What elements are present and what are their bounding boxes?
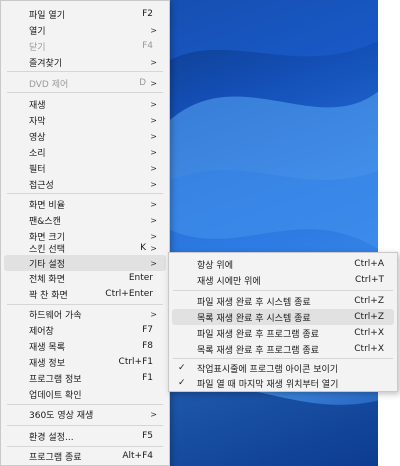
submenu-item-always-on-top[interactable]: 항상 위에 Ctrl+A xyxy=(172,256,394,272)
other-settings-submenu: 항상 위에 Ctrl+A 재생 시에만 위에 Ctrl+T 파일 재생 완료 후… xyxy=(168,252,398,392)
chevron-right-icon: > xyxy=(150,258,157,268)
menu-item-dvd-control[interactable]: DVD 제어 D > xyxy=(4,75,166,91)
menu-item-skin-select[interactable]: 스킨 선택 K > xyxy=(4,240,166,256)
menu-item-other-settings[interactable]: 기타 설정 > xyxy=(4,255,166,271)
chevron-right-icon: > xyxy=(150,199,157,209)
chevron-right-icon: > xyxy=(150,131,157,141)
menu-item-subtitles[interactable]: 자막 > xyxy=(4,112,166,128)
submenu-item-list-done-exit[interactable]: 목록 재생 완료 후 프로그램 종료 Ctrl+X xyxy=(172,341,394,357)
submenu-item-taskbar-icon[interactable]: ✓ 작업표시줄에 프로그램 아이콘 보이기 xyxy=(172,360,394,376)
chevron-right-icon: > xyxy=(150,99,157,109)
chevron-right-icon: > xyxy=(150,78,157,88)
menu-item-playback[interactable]: 재생 > xyxy=(4,96,166,112)
menu-item-check-update[interactable]: 업데이트 확인 xyxy=(4,386,166,402)
submenu-item-on-top-while-playing[interactable]: 재생 시에만 위에 Ctrl+T xyxy=(172,272,394,288)
menu-item-playlist[interactable]: 재생 목록 F8 xyxy=(4,338,166,354)
menu-item-control-window[interactable]: 제어창 F7 xyxy=(4,322,166,338)
context-menu: 파일 열기 F2 열기 > 닫기 F4 즐겨찾기 > DVD 제어 D > 재생… xyxy=(0,0,170,466)
submenu-item-file-done-exit[interactable]: 파일 재생 완료 후 프로그램 종료 Ctrl+X xyxy=(172,325,394,341)
menu-item-filter[interactable]: 필터 > xyxy=(4,160,166,176)
menu-item-audio[interactable]: 소리 > xyxy=(4,144,166,160)
menu-item-fullscreen[interactable]: 전체 화면 Enter xyxy=(4,270,166,286)
check-icon: ✓ xyxy=(178,363,186,373)
chevron-right-icon: > xyxy=(150,57,157,67)
menu-item-accessibility[interactable]: 접근성 > xyxy=(4,176,166,192)
menu-item-open-file[interactable]: 파일 열기 F2 xyxy=(4,6,166,22)
menu-item-hardware-acceleration[interactable]: 하드웨어 가속 > xyxy=(4,306,166,322)
menu-item-aspect-ratio[interactable]: 화면 비율 > xyxy=(4,196,166,212)
menu-separator xyxy=(7,446,163,447)
chevron-right-icon: > xyxy=(150,409,157,419)
chevron-right-icon: > xyxy=(150,163,157,173)
menu-separator xyxy=(7,71,163,72)
menu-item-close[interactable]: 닫기 F4 xyxy=(4,38,166,54)
menu-separator xyxy=(173,290,393,291)
chevron-right-icon: > xyxy=(150,25,157,35)
check-icon: ✓ xyxy=(178,378,186,388)
menu-separator xyxy=(7,404,163,405)
menu-separator xyxy=(7,92,163,93)
menu-separator xyxy=(7,304,163,305)
menu-item-pan-scan[interactable]: 팬&스캔 > xyxy=(4,212,166,228)
chevron-right-icon: > xyxy=(150,179,157,189)
chevron-right-icon: > xyxy=(150,215,157,225)
menu-item-preferences[interactable]: 환경 설정... F5 xyxy=(4,428,166,444)
submenu-item-resume-position[interactable]: ✓ 파일 열 때 마지막 재생 위치부터 열기 xyxy=(172,375,394,391)
chevron-right-icon: > xyxy=(150,243,157,253)
menu-separator xyxy=(173,358,393,359)
menu-item-video[interactable]: 영상 > xyxy=(4,128,166,144)
chevron-right-icon: > xyxy=(150,309,157,319)
menu-separator xyxy=(7,425,163,426)
menu-item-fill-screen[interactable]: 꽉 찬 화면 Ctrl+Enter xyxy=(4,286,166,302)
menu-item-favorites[interactable]: 즐겨찾기 > xyxy=(4,54,166,70)
submenu-item-file-done-shutdown[interactable]: 파일 재생 완료 후 시스템 종료 Ctrl+Z xyxy=(172,293,394,309)
menu-separator xyxy=(7,193,163,194)
menu-item-playback-info[interactable]: 재생 정보 Ctrl+F1 xyxy=(4,354,166,370)
chevron-right-icon: > xyxy=(150,147,157,157)
menu-item-program-info[interactable]: 프로그램 정보 F1 xyxy=(4,370,166,386)
submenu-item-list-done-shutdown[interactable]: 목록 재생 완료 후 시스템 종료 Ctrl+Z xyxy=(172,309,394,325)
menu-item-exit[interactable]: 프로그램 종료 Alt+F4 xyxy=(4,448,166,464)
chevron-right-icon: > xyxy=(150,115,157,125)
menu-item-open[interactable]: 열기 > xyxy=(4,22,166,38)
menu-item-360-video[interactable]: 360도 영상 재생 > xyxy=(4,406,166,422)
